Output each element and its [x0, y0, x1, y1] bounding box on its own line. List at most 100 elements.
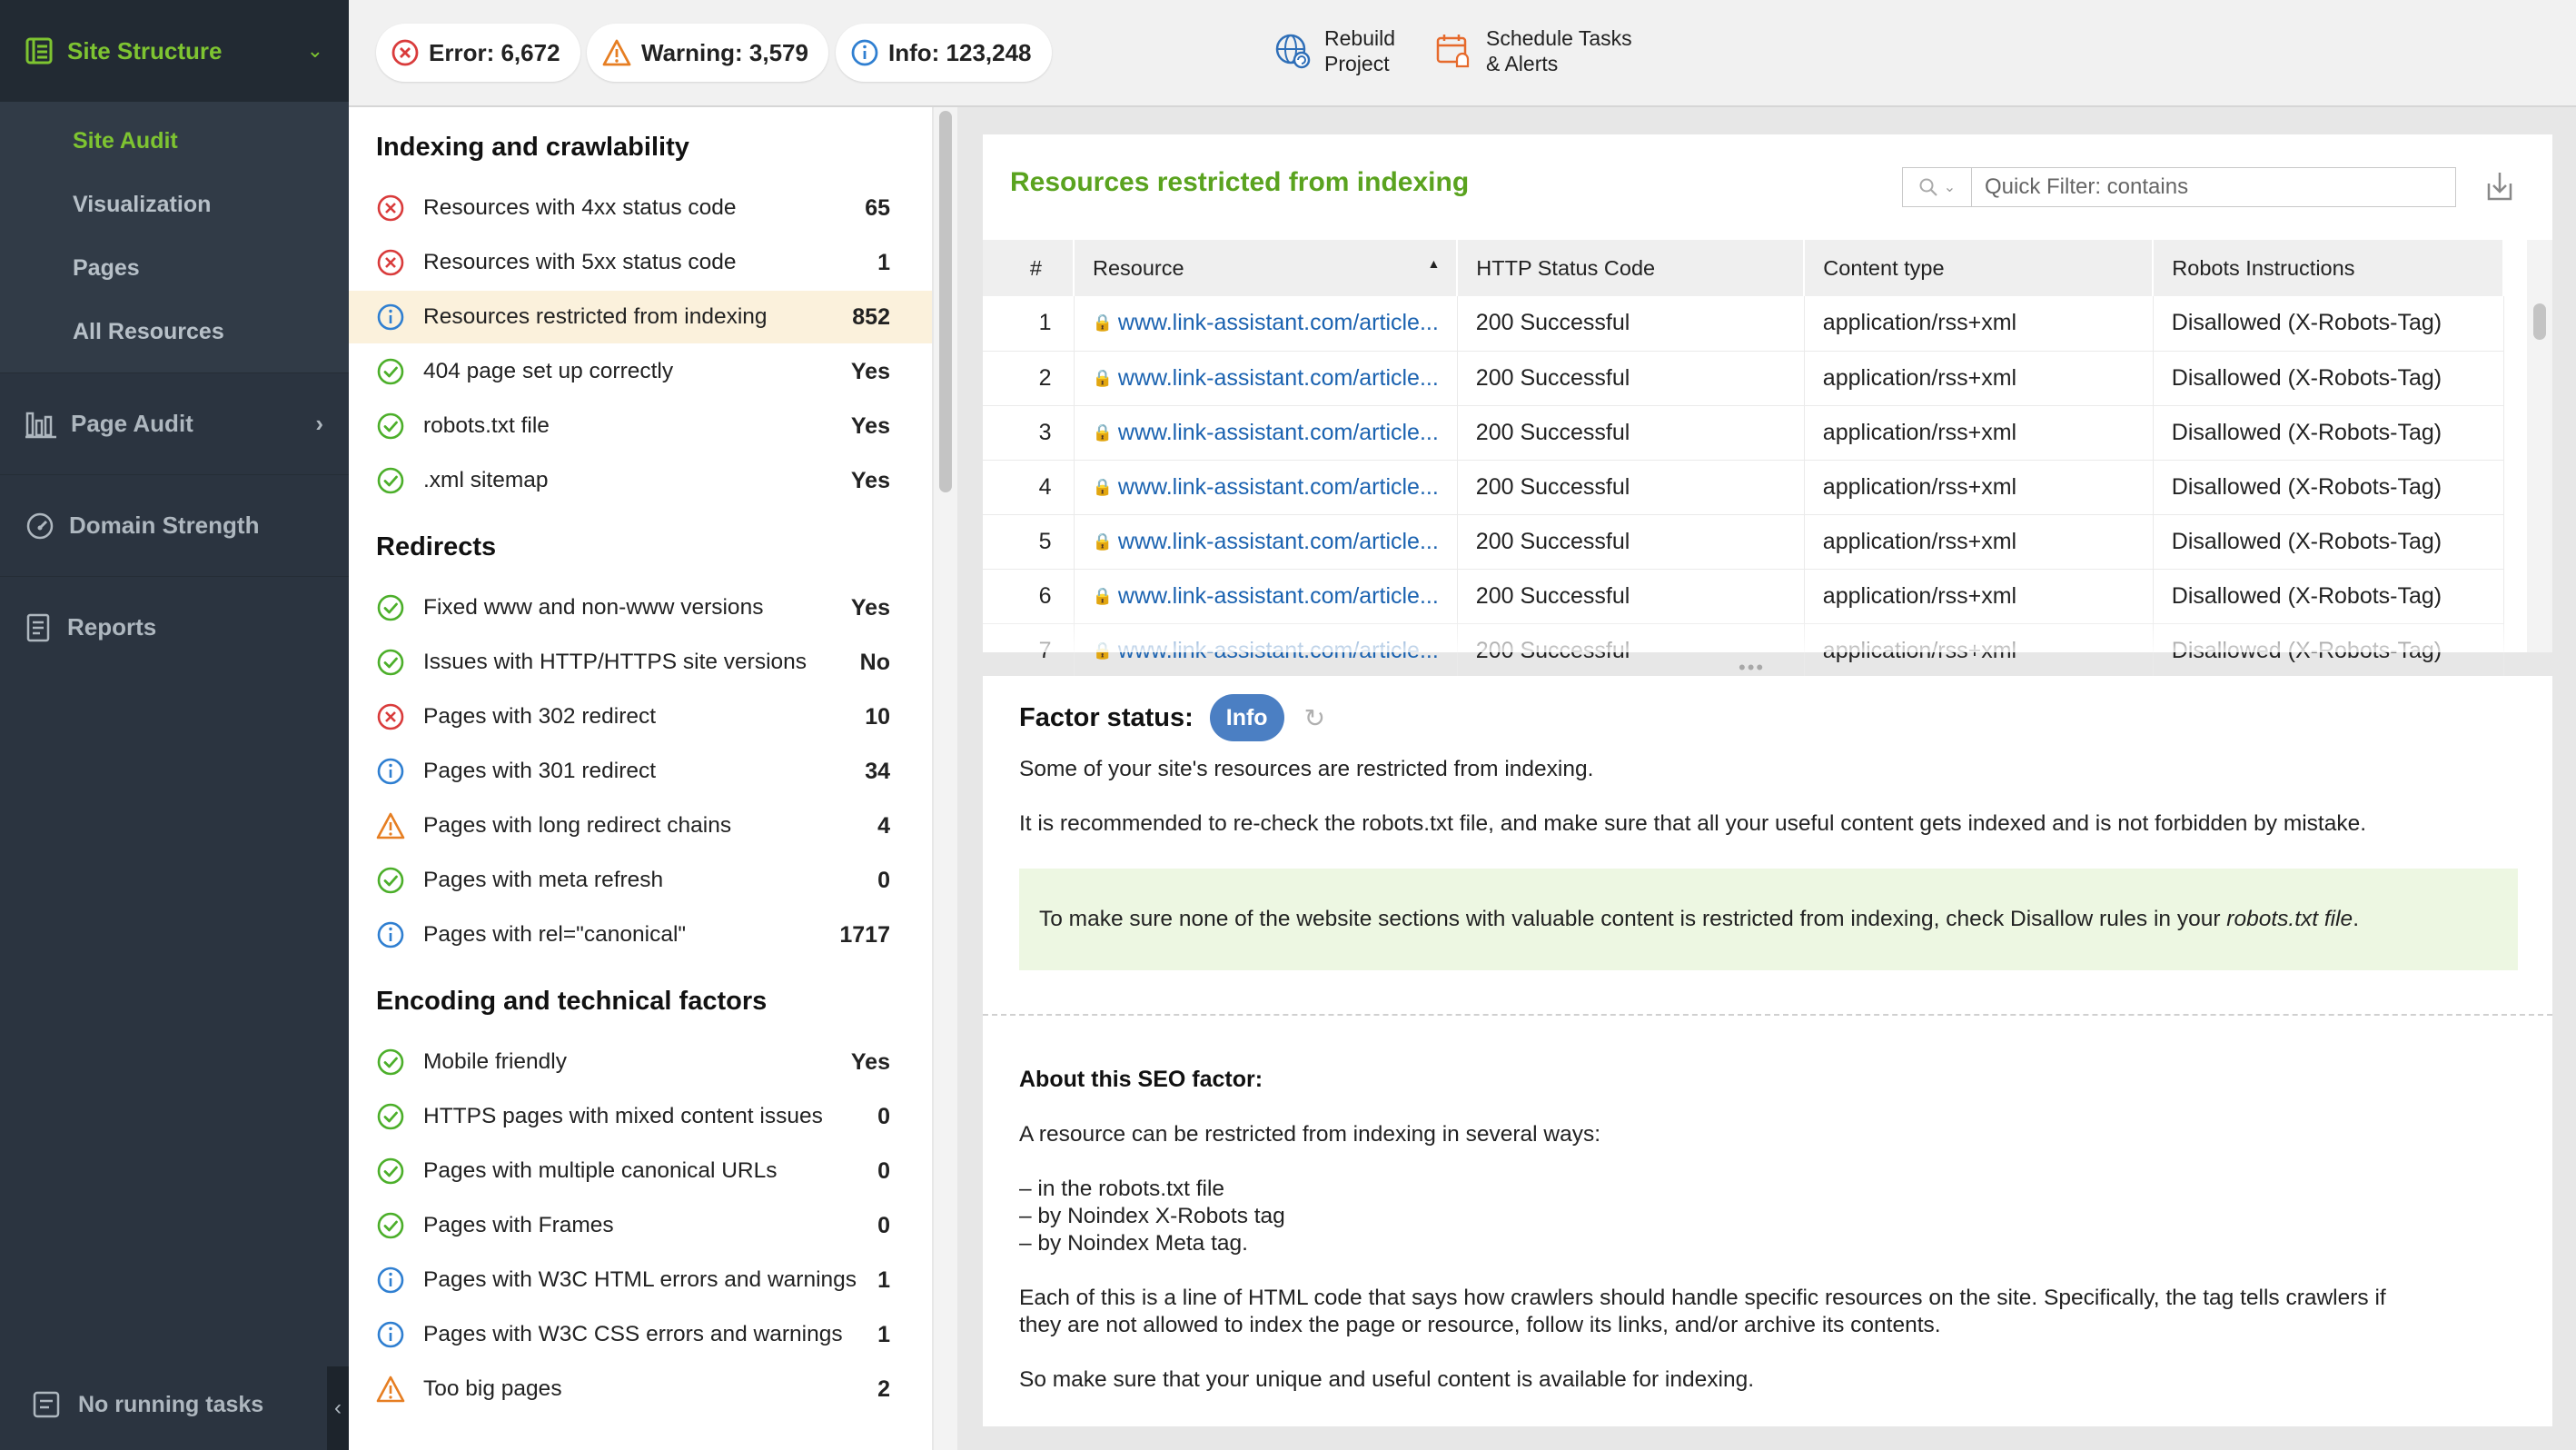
- issue-row[interactable]: Pages with W3C HTML errors and warnings 1: [349, 1254, 932, 1306]
- issue-row[interactable]: HTTPS pages with mixed content issues 0: [349, 1090, 932, 1143]
- chevron-down-icon[interactable]: ⌄: [307, 39, 323, 63]
- info-icon: [851, 39, 878, 66]
- table-row[interactable]: 2 🔒 www.link-assistant.com/article... 200 S…: [983, 351, 2504, 406]
- about-list-item: – in the robots.txt file: [1019, 1177, 1225, 1201]
- status-cell: 200 Successful: [1457, 351, 1805, 406]
- task-status[interactable]: No running tasks: [0, 1359, 349, 1450]
- info-icon: [377, 921, 404, 948]
- quick-filter[interactable]: ⌄ Quick Filter: contains: [1902, 167, 2456, 207]
- resource-link[interactable]: 🔒www.link-assistant.com/article...: [1093, 420, 1439, 446]
- resource-url: www.link-assistant.com/article...: [1117, 310, 1439, 336]
- issue-count: 0: [877, 1103, 890, 1129]
- issue-row[interactable]: 404 page set up correctly Yes: [349, 345, 932, 398]
- check-circle-icon: [377, 867, 404, 894]
- content-type-cell: application/rss+xml: [1804, 460, 2154, 515]
- issue-list: Indexing and crawlability Resources with …: [349, 107, 932, 1450]
- issue-row[interactable]: Too big pages 2: [349, 1363, 932, 1415]
- issue-row[interactable]: Pages with rel="canonical" 1717: [349, 909, 932, 961]
- issue-row[interactable]: Issues with HTTP/HTTPS site versions No: [349, 636, 932, 689]
- resource-cell[interactable]: 🔒www.link-assistant.com/article...: [1074, 405, 1458, 461]
- issue-count: No: [859, 649, 890, 675]
- robots-cell: Disallowed (X-Robots-Tag): [2153, 514, 2504, 570]
- error-icon: [377, 249, 404, 276]
- resource-link[interactable]: 🔒www.link-assistant.com/article...: [1093, 583, 1439, 610]
- issue-name: Pages with 302 redirect: [423, 704, 657, 729]
- error-icon: [391, 39, 419, 66]
- export-icon[interactable]: [2483, 169, 2516, 204]
- resource-cell[interactable]: 🔒www.link-assistant.com/article...: [1074, 351, 1458, 406]
- column-header-content-type[interactable]: Content type: [1804, 240, 2155, 296]
- table-row[interactable]: 4 🔒 www.link-assistant.com/article... 200 S…: [983, 460, 2504, 515]
- resource-url: www.link-assistant.com/article...: [1117, 419, 1439, 445]
- sidebar-item-pages[interactable]: Pages: [0, 236, 349, 300]
- issue-list-scrollbar[interactable]: [934, 107, 957, 1450]
- resource-url: www.link-assistant.com/article...: [1117, 582, 1439, 609]
- issue-name: Issues with HTTP/HTTPS site versions: [423, 650, 807, 674]
- column-header-robots[interactable]: Robots Instructions: [2153, 240, 2505, 296]
- column-header-index[interactable]: #: [983, 240, 1075, 296]
- scrollbar-thumb[interactable]: [939, 111, 952, 492]
- issue-row[interactable]: Resources restricted from indexing 852: [349, 291, 932, 343]
- table-row[interactable]: 5 🔒 www.link-assistant.com/article... 200 S…: [983, 514, 2504, 570]
- resource-link[interactable]: 🔒www.link-assistant.com/article...: [1093, 474, 1439, 501]
- schedule-tasks-button[interactable]: Schedule Tasks & Alerts: [1435, 25, 1632, 76]
- sidebar-item-reports[interactable]: Reports: [0, 576, 349, 678]
- issue-row[interactable]: Pages with W3C CSS errors and warnings 1: [349, 1308, 932, 1361]
- issue-count: Yes: [850, 412, 890, 439]
- error-count-pill[interactable]: Error: 6,672: [376, 24, 580, 82]
- issue-row[interactable]: Pages with multiple canonical URLs 0: [349, 1145, 932, 1197]
- resource-cell[interactable]: 🔒www.link-assistant.com/article...: [1074, 514, 1458, 570]
- issue-row[interactable]: robots.txt file Yes: [349, 400, 932, 452]
- status-cell: 200 Successful: [1457, 405, 1805, 461]
- hint-text-end: .: [2353, 907, 2359, 931]
- refresh-icon[interactable]: ↻: [1304, 703, 1325, 733]
- resource-link[interactable]: 🔒www.link-assistant.com/article...: [1093, 529, 1439, 555]
- task-status-label: No running tasks: [78, 1391, 264, 1417]
- robots-cell: Disallowed (X-Robots-Tag): [2153, 351, 2504, 406]
- resource-link[interactable]: 🔒www.link-assistant.com/article...: [1093, 310, 1439, 336]
- sidebar-item-page-audit[interactable]: Page Audit ›: [0, 372, 349, 474]
- issue-row[interactable]: Fixed www and non-www versions Yes: [349, 581, 932, 634]
- check-circle-icon: [377, 1103, 404, 1130]
- top-bar: Error: 6,672 Warning: 3,579 Info: 123,24…: [349, 0, 2576, 107]
- issue-count: 0: [877, 1212, 890, 1238]
- schedule-line1: Schedule Tasks: [1486, 26, 1632, 50]
- check-circle-icon: [377, 412, 404, 440]
- table-row[interactable]: 1 🔒 www.link-assistant.com/article... 200 S…: [983, 296, 2504, 352]
- issue-name: Pages with W3C HTML errors and warnings: [423, 1267, 857, 1292]
- calendar-alert-icon: [1436, 35, 1470, 68]
- warning-count-pill[interactable]: Warning: 3,579: [587, 24, 828, 82]
- issue-row[interactable]: Resources with 4xx status code 65: [349, 182, 932, 234]
- issue-row[interactable]: .xml sitemap Yes: [349, 454, 932, 507]
- filter-dropdown[interactable]: ⌄: [1903, 168, 1972, 206]
- issue-row[interactable]: Pages with Frames 0: [349, 1199, 932, 1252]
- issue-row[interactable]: Pages with meta refresh 0: [349, 854, 932, 907]
- sidebar-header-site-structure[interactable]: Site Structure ⌄: [0, 0, 349, 102]
- table-scrollbar[interactable]: [2527, 240, 2552, 652]
- row-index: 1: [983, 296, 1075, 352]
- sidebar-item-all-resources[interactable]: All Resources: [0, 300, 349, 363]
- sidebar-item-domain-strength[interactable]: Domain Strength: [0, 474, 349, 576]
- sidebar-item-visualization[interactable]: Visualization: [0, 173, 349, 236]
- issue-row[interactable]: Resources with 5xx status code 1: [349, 236, 932, 289]
- column-header-resource[interactable]: Resource ▲: [1074, 240, 1459, 296]
- scrollbar-thumb[interactable]: [2533, 303, 2546, 340]
- resource-cell[interactable]: 🔒www.link-assistant.com/article...: [1074, 296, 1458, 352]
- issue-row[interactable]: Pages with long redirect chains 4: [349, 799, 932, 852]
- issue-row[interactable]: Mobile friendly Yes: [349, 1036, 932, 1088]
- info-count-pill[interactable]: Info: 123,248: [836, 24, 1052, 82]
- column-header-status[interactable]: HTTP Status Code: [1457, 240, 1806, 296]
- sort-ascending-icon: ▲: [1427, 255, 1441, 271]
- issue-count: 1: [877, 1266, 890, 1293]
- sidebar-item-site-audit[interactable]: Site Audit: [0, 109, 349, 173]
- issue-row[interactable]: Pages with 302 redirect 10: [349, 690, 932, 743]
- rebuild-project-button[interactable]: Rebuild Project: [1273, 25, 1395, 76]
- table-row[interactable]: 3 🔒 www.link-assistant.com/article... 200 S…: [983, 405, 2504, 461]
- table-fade: [983, 614, 2527, 652]
- issue-count: 1: [877, 1321, 890, 1347]
- issue-row[interactable]: Pages with 301 redirect 34: [349, 745, 932, 798]
- collapse-sidebar-button[interactable]: ‹: [327, 1366, 349, 1450]
- resource-cell[interactable]: 🔒www.link-assistant.com/article...: [1074, 460, 1458, 515]
- check-circle-icon: [377, 467, 404, 494]
- resource-link[interactable]: 🔒www.link-assistant.com/article...: [1093, 365, 1439, 392]
